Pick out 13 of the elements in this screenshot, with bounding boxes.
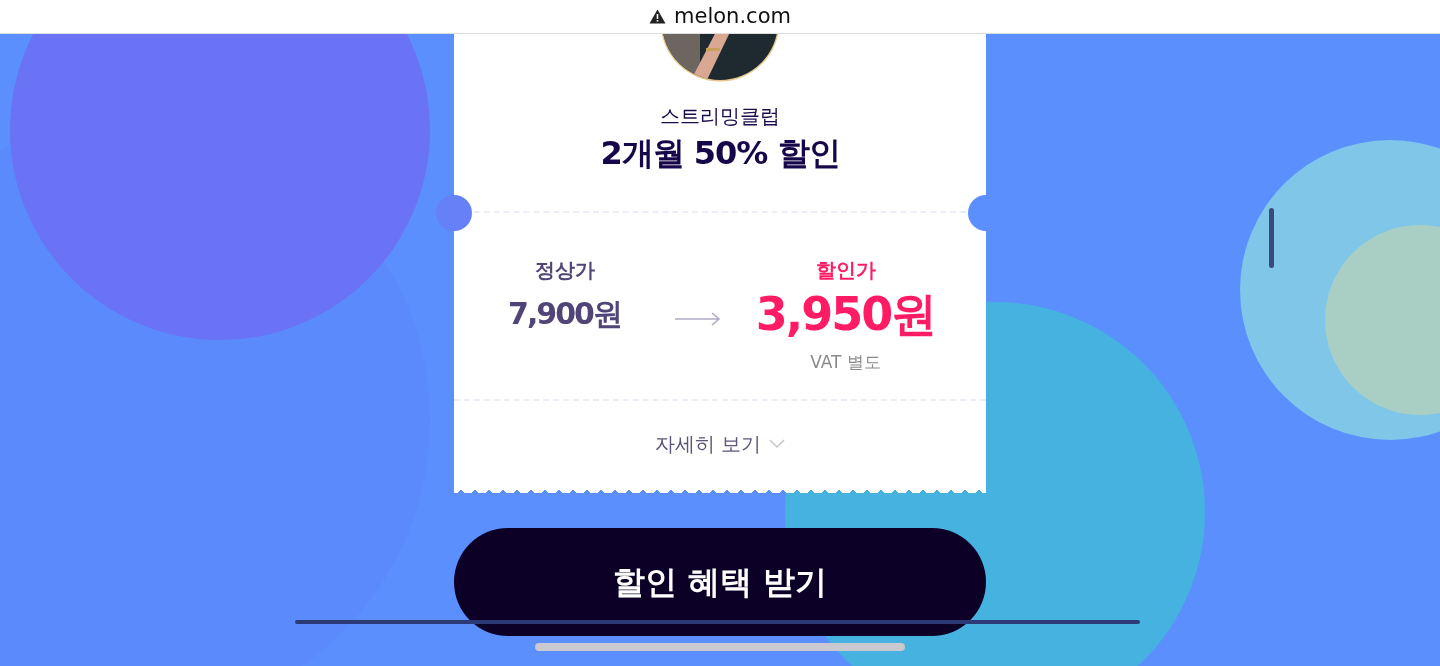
side-handle[interactable]	[1269, 208, 1274, 268]
sale-price: 3,950원	[755, 286, 936, 343]
details-link[interactable]: 자세히 보기	[654, 428, 786, 459]
arrow-icon	[675, 312, 721, 326]
claim-button[interactable]: 할인 혜택 받기	[454, 528, 986, 636]
offer-title: 2개월 50% 할인	[599, 133, 841, 174]
vat-note: VAT 별도	[810, 351, 881, 374]
price-label: 할인가	[815, 257, 876, 284]
price-label: 정상가	[534, 257, 595, 284]
regular-price: 7,900원	[508, 295, 621, 333]
home-indicator[interactable]	[535, 643, 905, 651]
url-text[interactable]: melon.com	[674, 0, 791, 33]
subtitle: 스트리밍클럽	[659, 103, 781, 130]
